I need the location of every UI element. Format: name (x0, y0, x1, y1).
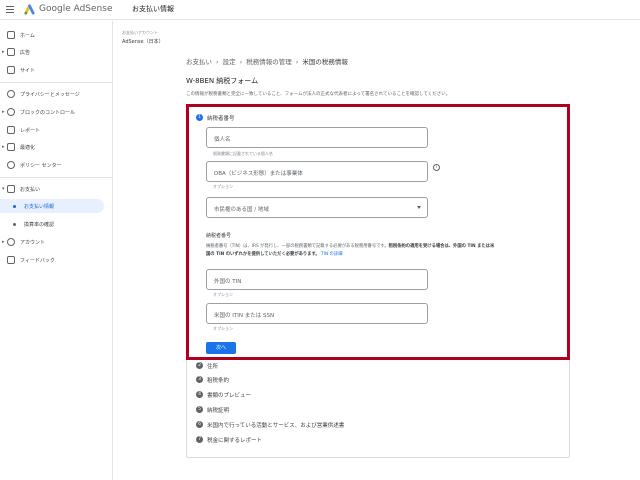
breadcrumb-separator: › (295, 58, 299, 66)
sidebar-divider (0, 177, 112, 178)
bullet-icon (13, 223, 16, 226)
sidebar-item-privacy[interactable]: プライバシーとメッセージ (0, 87, 112, 101)
sidebar-item-policy[interactable]: ポリシー センター (0, 158, 112, 172)
adsense-logo-icon (24, 4, 35, 15)
bullet-icon (13, 205, 16, 208)
breadcrumb-item-settings[interactable]: 設定 (223, 58, 236, 66)
sidebar-item-feedback[interactable]: フィードバック (0, 253, 112, 267)
sidebar-item-ads[interactable]: ▸ 広告 (0, 45, 112, 59)
breadcrumb-item-tax-info[interactable]: 税務情報の管理 (246, 58, 292, 66)
sites-icon (7, 66, 15, 74)
sidebar-item-payments[interactable]: ▾ お支払い (0, 182, 112, 196)
account-icon (7, 238, 15, 246)
feedback-icon (7, 256, 15, 264)
sidebar-item-account[interactable]: ▸ アカウント (0, 235, 112, 249)
policy-icon (7, 161, 15, 169)
payments-icon (7, 185, 15, 193)
report-icon (7, 126, 15, 134)
step-number: 5 (196, 406, 203, 413)
account-caption: お支払いアカウント (122, 30, 158, 35)
step-label[interactable]: 米国内で行っている活動とサービス、および営業供述書 (207, 421, 344, 429)
sidebar-item-sites[interactable]: サイト (0, 63, 112, 77)
breadcrumb-item-payments[interactable]: お支払い (186, 58, 212, 66)
block-icon (7, 108, 15, 116)
optimize-icon (7, 143, 15, 151)
sidebar-item-label: 広告 (20, 50, 31, 56)
sidebar-item-exchange-rate[interactable]: 換算率の確認 (0, 217, 112, 231)
collapse-arrow-icon: ▾ (2, 186, 5, 192)
step-number: 7 (196, 436, 203, 443)
expand-arrow-icon: ▸ (2, 144, 5, 150)
top-app-bar: Google AdSense お支払い情報 (0, 0, 640, 20)
sidebar-item-label: フィードバック (20, 258, 55, 264)
breadcrumb-separator: › (239, 58, 243, 66)
step-label[interactable]: 納税証明 (207, 406, 229, 414)
sidebar-item-label: レポート (20, 128, 41, 134)
highlight-box (186, 104, 570, 360)
sidebar-item-home[interactable]: ホーム (0, 28, 112, 42)
sidebar-item-label: プライバシーとメッセージ (20, 92, 80, 98)
product-name[interactable]: Google AdSense (39, 4, 113, 14)
sidebar-item-label: サイト (20, 68, 36, 74)
sidebar-item-label: ホーム (20, 33, 35, 39)
account-name: AdSense（日本） (122, 39, 164, 45)
step-number: 6 (196, 421, 203, 428)
sidebar-item-label: 最適化 (20, 145, 36, 151)
sidebar-item-label: お支払い (20, 187, 41, 193)
breadcrumb-separator: › (216, 58, 219, 66)
expand-arrow-icon: ▸ (2, 239, 5, 245)
sidebar-item-payment-info[interactable]: お支払い情報 (0, 199, 104, 213)
home-icon (7, 31, 15, 39)
step-label[interactable]: 租税条約 (207, 376, 229, 384)
breadcrumb-item-current: 米国の税務情報 (302, 58, 348, 66)
sidebar-item-label: アカウント (20, 240, 46, 246)
step-label[interactable]: 書類のプレビュー (207, 391, 251, 399)
sidebar-item-reports[interactable]: レポート (0, 123, 112, 137)
sidebar-nav: ホーム ▸ 広告 サイト プライバシーとメッセージ ▸ ブロックのコントロール … (0, 21, 112, 480)
step-number: 3 (196, 376, 203, 383)
sidebar-border (112, 21, 113, 480)
sidebar-item-label: お支払い情報 (24, 204, 55, 210)
form-title: W-8BEN 納税フォーム (186, 77, 259, 85)
privacy-icon (7, 90, 15, 98)
form-description: この情報が税務書類と完全に一致していること、フォームが法人の正式な代表者によって… (186, 92, 451, 97)
sidebar-item-optimize[interactable]: ▸ 最適化 (0, 140, 112, 154)
sidebar-item-label: 換算率の確認 (24, 222, 55, 228)
expand-arrow-icon: ▸ (2, 109, 5, 115)
step-number: 4 (196, 391, 203, 398)
breadcrumb: お支払い › 設定 › 税務情報の管理 › 米国の税務情報 (186, 56, 348, 66)
step-label[interactable]: 税金に関するレポート (207, 436, 262, 444)
menu-icon[interactable] (6, 6, 14, 13)
page-title: お支払い情報 (132, 5, 174, 13)
sidebar-item-label: ポリシー センター (20, 163, 62, 169)
ads-icon (7, 48, 15, 56)
sidebar-divider (0, 82, 112, 83)
step-number: 2 (196, 362, 203, 369)
sidebar-item-blocking[interactable]: ▸ ブロックのコントロール (0, 105, 112, 119)
step-label[interactable]: 住所 (207, 362, 218, 370)
sidebar-item-label: ブロックのコントロール (20, 110, 76, 116)
expand-arrow-icon: ▸ (2, 49, 5, 55)
